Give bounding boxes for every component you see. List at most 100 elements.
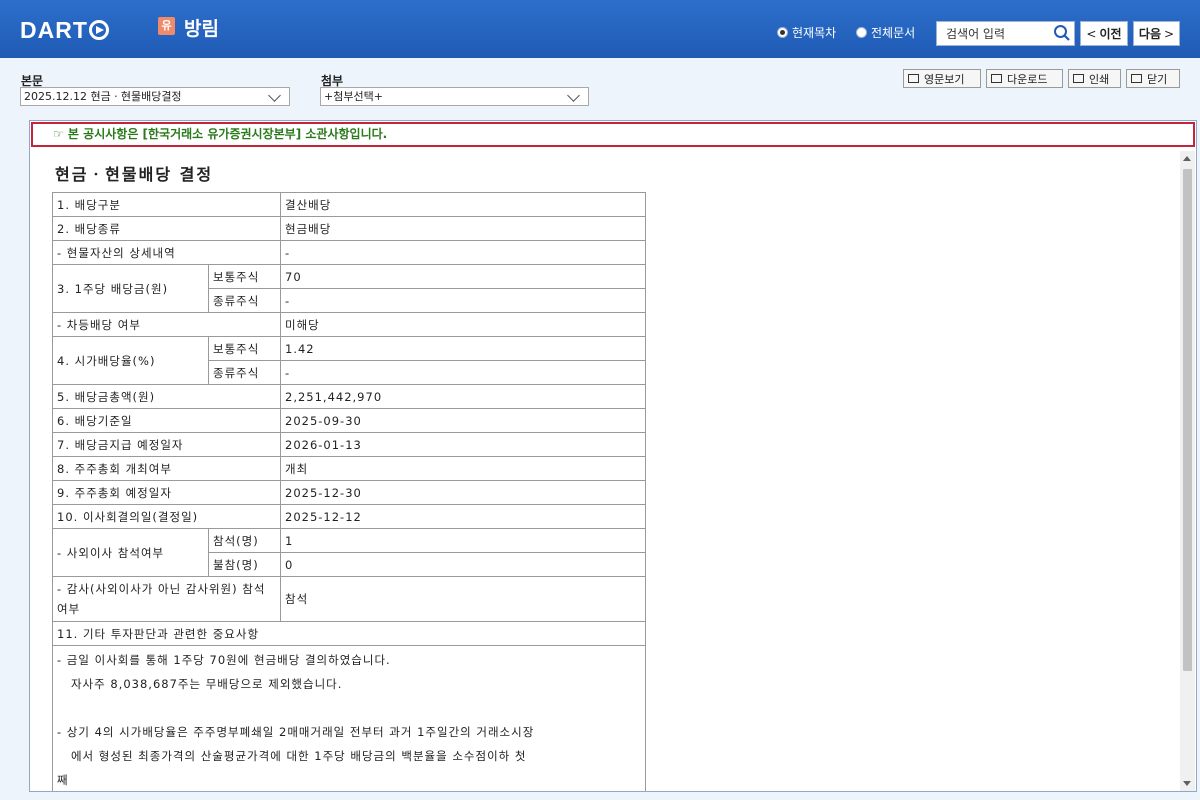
table-row: 3. 1주당 배당금(원) 보통주식 70 <box>52 264 646 313</box>
radio-checked-icon <box>777 27 788 38</box>
chevron-right-icon: > <box>1164 26 1175 41</box>
row-value: 2025-12-30 <box>280 480 646 505</box>
chevron-down-icon <box>268 89 281 102</box>
sub-label: 불참(명) <box>208 552 281 577</box>
company-name: 방림 <box>184 18 219 40</box>
row-label: 1. 배당구분 <box>52 192 281 217</box>
document-frame: ☞ 본 공시사항은 [한국거래소 유가증권시장본부] 소관사항입니다. 현금ㆍ현… <box>29 120 1197 792</box>
row-label: 3. 1주당 배당금(원) <box>52 264 209 313</box>
main-doc-select-value: 2025.12.12 현금ㆍ현물배당결정 <box>24 90 182 103</box>
row-value: 70 <box>280 264 646 289</box>
row-label: - 차등배당 여부 <box>52 312 281 337</box>
row-label: 9. 주주총회 예정일자 <box>52 480 281 505</box>
vertical-scrollbar[interactable] <box>1180 151 1195 791</box>
printer-icon <box>1073 74 1084 83</box>
row-label: 4. 시가배당율(%) <box>52 336 209 385</box>
next-button[interactable]: 다음 > <box>1133 21 1180 46</box>
chevron-down-icon <box>567 89 580 102</box>
row-label: 10. 이사회결의일(결정일) <box>52 504 281 529</box>
scope-all-label: 전체문서 <box>871 26 916 40</box>
scroll-down-arrow-icon[interactable] <box>1183 781 1191 786</box>
row-value: 1 <box>280 528 646 553</box>
row-value: 현금배당 <box>280 216 646 241</box>
dart-logo[interactable]: DART <box>20 17 109 43</box>
document-title: 현금ㆍ현물배당 결정 <box>55 165 214 184</box>
row-value: 2025-09-30 <box>280 408 646 433</box>
main-doc-select[interactable]: 2025.12.12 현금ㆍ현물배당결정 <box>20 87 290 106</box>
notice-banner: ☞ 본 공시사항은 [한국거래소 유가증권시장본부] 소관사항입니다. <box>31 122 1195 147</box>
row-value: 0 <box>280 552 646 577</box>
table-row: - 차등배당 여부 미해당 <box>52 312 646 337</box>
close-button[interactable]: 닫기 <box>1126 69 1180 88</box>
table-row: - 감사(사외이사가 아닌 감사위원) 참석여부 참석 <box>52 576 646 622</box>
table-row: 1. 배당구분 결산배당 <box>52 192 646 217</box>
prev-label: 이전 <box>1099 27 1122 41</box>
row-value: 2025-12-12 <box>280 504 646 529</box>
monitor-icon <box>908 74 919 83</box>
close-label: 닫기 <box>1147 72 1168 86</box>
table-row: 10. 이사회결의일(결정일) 2025-12-12 <box>52 504 646 529</box>
table-row: 4. 시가배당율(%) 보통주식 1.42 <box>52 336 646 385</box>
monitor-icon <box>991 74 1002 83</box>
scope-all-radio[interactable]: 전체문서 <box>856 24 915 41</box>
scope-current-radio[interactable]: 현재목차 <box>777 24 836 41</box>
document-viewer[interactable]: 현금ㆍ현물배당 결정 1. 배당구분 결산배당 2. 배당종류 현금배당 - 현… <box>30 151 1180 791</box>
row-label: 11. 기타 투자판단과 관련한 중요사항 <box>52 621 646 646</box>
next-label: 다음 <box>1138 27 1162 41</box>
row-label: 2. 배당종류 <box>52 216 281 241</box>
table-row: 7. 배당금지급 예정일자 2026-01-13 <box>52 432 646 457</box>
sub-label: 종류주식 <box>208 288 281 313</box>
search-icon[interactable] <box>1053 24 1071 42</box>
table-row: 8. 주주총회 개최여부 개최 <box>52 456 646 481</box>
logo-text: DART <box>20 16 88 43</box>
table-row: 9. 주주총회 예정일자 2025-12-30 <box>52 480 646 505</box>
dividend-table: 1. 배당구분 결산배당 2. 배당종류 현금배당 - 현물자산의 상세내역 -… <box>52 192 646 791</box>
row-value: 결산배당 <box>280 192 646 217</box>
row-label: 8. 주주총회 개최여부 <box>52 456 281 481</box>
table-row: 6. 배당기준일 2025-09-30 <box>52 408 646 433</box>
scope-current-label: 현재목차 <box>792 26 837 40</box>
row-value: 2,251,442,970 <box>280 384 646 409</box>
row-label: 5. 배당금총액(원) <box>52 384 281 409</box>
english-view-button[interactable]: 영문보기 <box>903 69 981 88</box>
logo-play-icon <box>88 20 109 40</box>
row-label: - 감사(사외이사가 아닌 감사위원) 참석여부 <box>52 576 281 622</box>
table-row: 11. 기타 투자판단과 관련한 중요사항 <box>52 621 646 646</box>
row-value: - <box>280 240 646 265</box>
market-badge: 유 <box>158 17 175 35</box>
download-label: 다운로드 <box>1007 72 1048 86</box>
table-row: - 금일 이사회를 통해 1주당 70원에 현금배당 결의하였습니다. 자사주 … <box>52 645 646 791</box>
row-value: - <box>280 360 646 385</box>
row-value: 2026-01-13 <box>280 432 646 457</box>
print-button[interactable]: 인쇄 <box>1068 69 1121 88</box>
row-value: 참석 <box>280 576 646 622</box>
radio-unchecked-icon <box>856 27 867 38</box>
row-label: 6. 배당기준일 <box>52 408 281 433</box>
row-label: - 현물자산의 상세내역 <box>52 240 281 265</box>
row-value: 미해당 <box>280 312 646 337</box>
search-input[interactable] <box>937 22 1056 44</box>
chevron-left-icon: < <box>1086 26 1097 41</box>
table-row: - 사외이사 참석여부 참석(명) 1 <box>52 528 646 577</box>
document-icon <box>1131 74 1142 83</box>
prev-button[interactable]: < 이전 <box>1080 21 1128 46</box>
table-row: 2. 배당종류 현금배당 <box>52 216 646 241</box>
sub-label: 보통주식 <box>208 264 281 289</box>
attach-select[interactable]: +첨부선택+ <box>320 87 589 106</box>
download-button[interactable]: 다운로드 <box>986 69 1063 88</box>
sub-label: 참석(명) <box>208 528 281 553</box>
row-label: 7. 배당금지급 예정일자 <box>52 432 281 457</box>
attach-select-value: +첨부선택+ <box>324 90 383 103</box>
row-value: - <box>280 288 646 313</box>
scroll-thumb[interactable] <box>1183 169 1192 671</box>
search-box <box>936 21 1075 46</box>
print-label: 인쇄 <box>1089 72 1110 86</box>
row-value: 1.42 <box>280 336 646 361</box>
top-header: DART 유 방림 현재목차 전체문서 < 이전 다음 > <box>0 0 1200 58</box>
remarks-text: - 금일 이사회를 통해 1주당 70원에 현금배당 결의하였습니다. 자사주 … <box>52 645 646 791</box>
scroll-up-arrow-icon[interactable] <box>1183 156 1191 161</box>
english-view-label: 영문보기 <box>924 72 965 86</box>
table-row: 5. 배당금총액(원) 2,251,442,970 <box>52 384 646 409</box>
table-row: - 현물자산의 상세내역 - <box>52 240 646 265</box>
row-label: - 사외이사 참석여부 <box>52 528 209 577</box>
